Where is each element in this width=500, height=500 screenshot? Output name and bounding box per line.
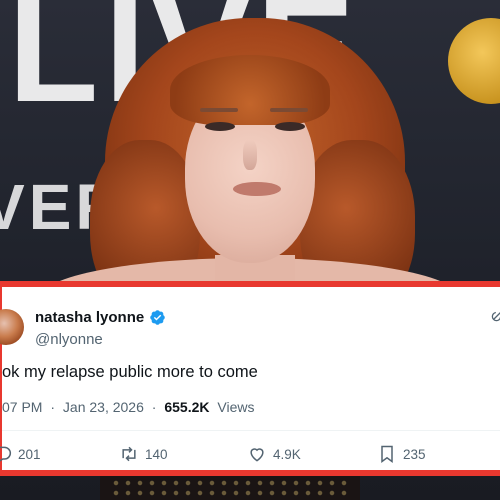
action-bar: 201 140 4.9K 235 — [0, 444, 500, 466]
right-brow — [270, 108, 308, 112]
tweet-meta: 07 PM · Jan 23, 2026 · 655.2K Views — [2, 399, 254, 415]
tweet-date[interactable]: Jan 23, 2026 — [63, 399, 144, 415]
reply-button[interactable]: 201 — [0, 444, 41, 464]
tweet-time[interactable]: 07 PM — [2, 399, 42, 415]
bookmark-button[interactable]: 235 — [377, 444, 426, 464]
grok-icon[interactable] — [490, 309, 500, 323]
handle[interactable]: @nlyonne — [35, 331, 103, 348]
like-count: 4.9K — [273, 446, 301, 462]
retweet-icon — [122, 446, 136, 462]
right-eye — [275, 122, 305, 131]
left-brow — [200, 108, 238, 112]
avatar[interactable] — [0, 309, 24, 345]
like-button[interactable]: 4.9K — [247, 444, 301, 464]
nose — [243, 140, 257, 170]
views-label: Views — [217, 399, 255, 415]
gold-logo-disc — [448, 18, 500, 104]
bangs — [170, 55, 330, 125]
views-count: 655.2K — [164, 399, 210, 415]
tweet-card: natasha lyonne @nlyonne ok my relapse pu… — [0, 287, 500, 470]
author-row: natasha lyonne — [35, 309, 166, 326]
heart-icon — [250, 448, 264, 462]
lips — [233, 182, 281, 196]
divider — [2, 430, 500, 431]
tweet-frame: natasha lyonne @nlyonne ok my relapse pu… — [0, 281, 500, 476]
verified-badge-icon — [150, 310, 165, 325]
left-eye — [205, 122, 235, 131]
meta-separator-2: · — [151, 399, 157, 415]
tweet-text: ok my relapse public more to come — [2, 363, 258, 381]
retweet-count: 140 — [145, 446, 168, 462]
bookmark-count: 235 — [403, 446, 426, 462]
retweet-button[interactable]: 140 — [119, 444, 168, 464]
reply-count: 201 — [18, 446, 41, 462]
display-name[interactable]: natasha lyonne — [35, 309, 144, 326]
bookmark-icon — [381, 445, 393, 463]
dress-sequins — [110, 478, 350, 498]
meta-separator: · — [50, 399, 56, 415]
reply-icon — [0, 446, 12, 462]
